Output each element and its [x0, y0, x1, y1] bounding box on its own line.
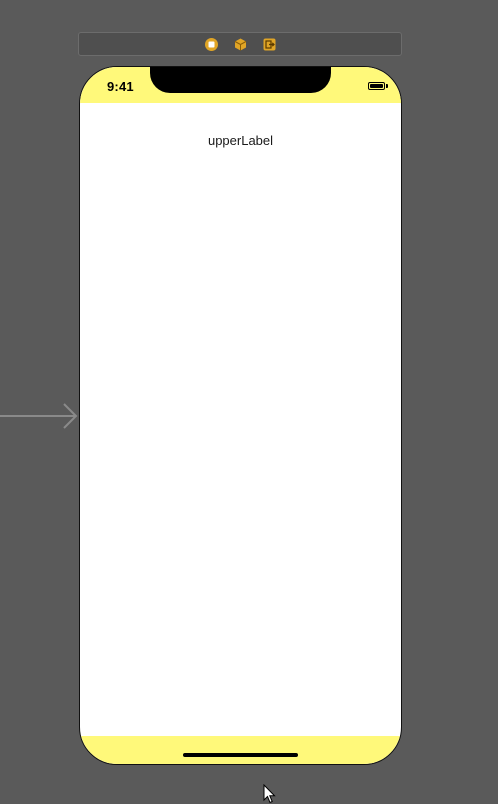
- battery-fill: [370, 84, 383, 88]
- battery-cap: [386, 84, 388, 88]
- upper-label[interactable]: upperLabel: [80, 133, 401, 148]
- iphone-canvas[interactable]: 9:41 upperLabel: [79, 66, 402, 765]
- exit-icon[interactable]: [260, 35, 279, 54]
- bottom-safe-area: [80, 736, 401, 764]
- battery-icon: [368, 82, 385, 90]
- home-indicator: [183, 753, 298, 757]
- status-bar-time: 9:41: [107, 79, 134, 94]
- device-notch: [150, 67, 331, 93]
- scene-dock: [78, 32, 402, 56]
- mouse-cursor-icon: [263, 784, 276, 804]
- first-responder-icon[interactable]: [231, 35, 250, 54]
- view-controller-icon[interactable]: [202, 35, 221, 54]
- entry-point-arrow-icon[interactable]: [0, 402, 80, 430]
